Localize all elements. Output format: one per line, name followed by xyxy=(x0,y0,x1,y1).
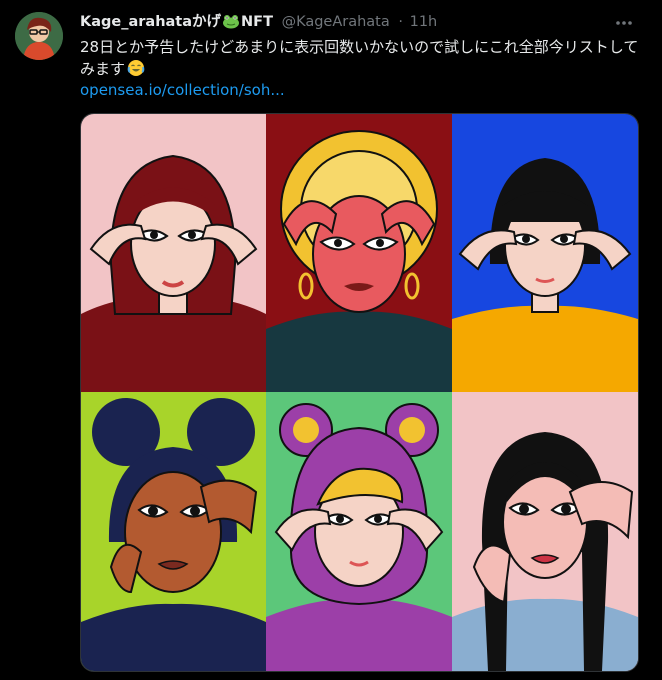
collection-link[interactable]: opensea.io/collection/soh... xyxy=(80,80,285,100)
nft-image-2[interactable] xyxy=(266,114,452,392)
nft-image-1[interactable] xyxy=(81,114,266,392)
nft-image-5[interactable] xyxy=(266,392,452,671)
nft-image-4[interactable] xyxy=(81,392,266,671)
tweet-text-block: 28日とか予告したけどあまりに表示回数いかないので試しにこれ全部今リストしてみま… xyxy=(80,36,640,83)
avatar[interactable] xyxy=(15,12,63,60)
tweet[interactable]: Kage_arahataかげ NFT @KageArahata · 11h 28日… xyxy=(0,0,662,680)
separator-dot: · xyxy=(398,14,403,30)
tweet-text: 28日とか予告したけどあまりに表示回数いかないので試しにこれ全部今リストしてみま… xyxy=(80,38,639,78)
more-icon[interactable] xyxy=(614,15,634,31)
nft-image-6[interactable] xyxy=(452,392,638,671)
author-name[interactable]: Kage_arahataかげ xyxy=(80,14,221,30)
media-grid[interactable] xyxy=(80,113,639,672)
tweet-header: Kage_arahataかげ NFT @KageArahata · 11h xyxy=(80,12,437,35)
frog-icon xyxy=(222,13,240,35)
author-handle[interactable]: @KageArahata xyxy=(282,14,390,30)
nft-image-3[interactable] xyxy=(452,114,638,392)
author-name-suffix[interactable]: NFT xyxy=(241,14,273,30)
tweet-time[interactable]: 11h xyxy=(410,14,438,30)
